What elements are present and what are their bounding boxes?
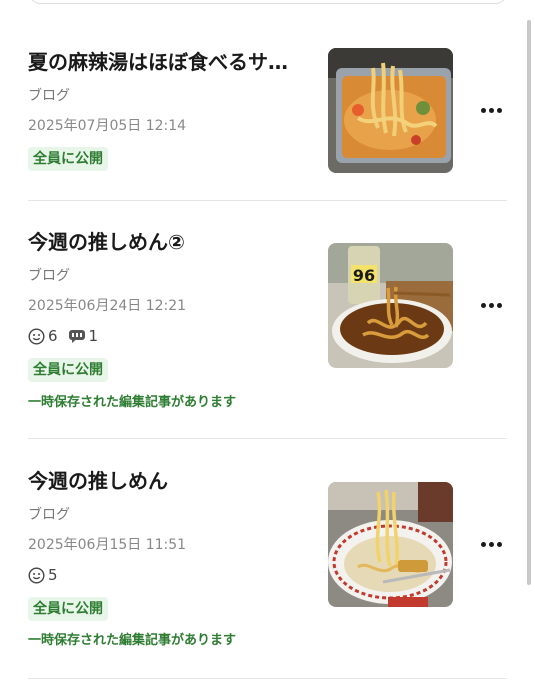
smile-icon — [28, 566, 45, 584]
article-reactions: 5 — [28, 565, 58, 585]
article-date: 2025年06月24日 12:21 — [28, 298, 187, 314]
article-title[interactable]: 今週の推しめん — [28, 467, 313, 495]
article-title[interactable]: 今週の推しめん② — [28, 228, 313, 256]
article-list-page: 夏の麻辣湯はほぼ食べるサ… ブログ 2025年07月05日 12:14 全員に公… — [0, 0, 535, 680]
article-category: ブログ — [28, 268, 70, 284]
more-horizontal-icon — [480, 541, 486, 547]
like-count-value: 5 — [48, 566, 58, 584]
divider — [28, 438, 507, 439]
svg-text:96: 96 — [353, 266, 375, 285]
more-options-button[interactable] — [474, 532, 508, 556]
article-reactions: 6 1 — [28, 326, 98, 346]
comment-icon — [68, 330, 85, 343]
like-count-value: 6 — [48, 327, 58, 345]
comment-count-value: 1 — [88, 327, 99, 345]
smile-icon — [28, 327, 45, 345]
scrollbar[interactable] — [527, 20, 531, 585]
divider — [28, 678, 507, 679]
article-category: ブログ — [28, 88, 70, 104]
draft-notice[interactable]: 一時保存された編集記事があります — [28, 394, 236, 412]
more-horizontal-icon — [480, 302, 486, 308]
like-count: 6 — [28, 326, 58, 346]
like-count: 5 — [28, 565, 58, 585]
article-thumbnail[interactable]: 96 — [328, 243, 453, 368]
article-thumbnail[interactable] — [328, 482, 453, 607]
more-options-button[interactable] — [474, 293, 508, 317]
comment-count: 1 — [68, 326, 99, 346]
visibility-badge: 全員に公開 — [28, 147, 108, 171]
draft-notice[interactable]: 一時保存された編集記事があります — [28, 632, 236, 650]
more-options-button[interactable] — [474, 98, 508, 122]
article-date: 2025年07月05日 12:14 — [28, 118, 187, 134]
more-horizontal-icon — [480, 107, 486, 113]
scrollbar-thumb[interactable] — [527, 20, 531, 585]
article-date: 2025年06月15日 11:51 — [28, 537, 187, 553]
article-category: ブログ — [28, 507, 70, 523]
article-title[interactable]: 夏の麻辣湯はほぼ食べるサ… — [28, 48, 313, 76]
search-bar-edge[interactable] — [28, 0, 508, 4]
visibility-badge: 全員に公開 — [28, 358, 108, 382]
article-thumbnail[interactable] — [328, 48, 453, 173]
visibility-badge: 全員に公開 — [28, 597, 108, 621]
divider — [28, 200, 507, 201]
